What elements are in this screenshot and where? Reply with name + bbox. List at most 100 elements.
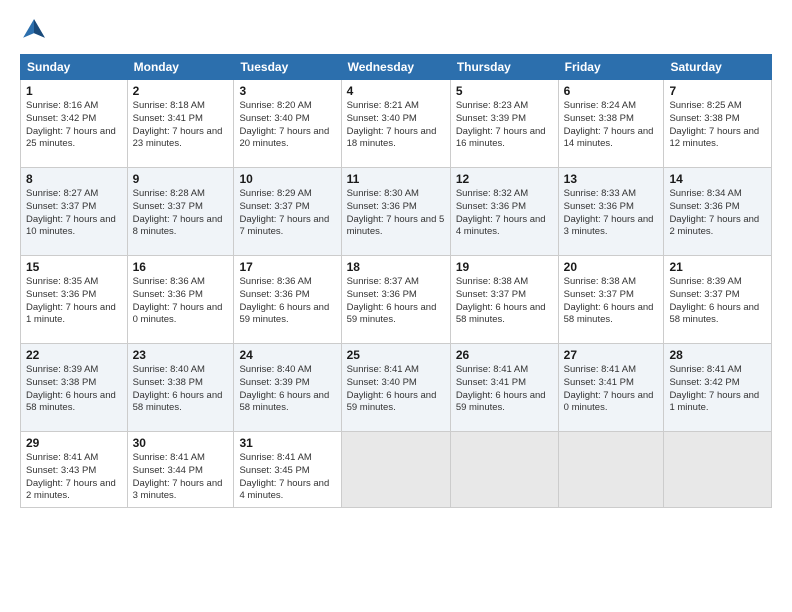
day-number: 31 bbox=[239, 436, 335, 450]
sunrise-label: Sunrise: 8:29 AM bbox=[239, 188, 311, 199]
day-number: 10 bbox=[239, 172, 335, 186]
sunset-label: Sunset: 3:36 PM bbox=[456, 201, 526, 212]
daylight-label: Daylight: 7 hours and 20 minutes. bbox=[239, 126, 329, 150]
day-info: Sunrise: 8:39 AM Sunset: 3:38 PM Dayligh… bbox=[26, 364, 122, 415]
day-info: Sunrise: 8:41 AM Sunset: 3:40 PM Dayligh… bbox=[347, 364, 445, 415]
sunset-label: Sunset: 3:45 PM bbox=[239, 465, 309, 476]
day-info: Sunrise: 8:23 AM Sunset: 3:39 PM Dayligh… bbox=[456, 100, 553, 151]
day-number: 30 bbox=[133, 436, 229, 450]
sunrise-label: Sunrise: 8:36 AM bbox=[133, 276, 205, 287]
sunrise-label: Sunrise: 8:41 AM bbox=[347, 364, 419, 375]
table-cell: 29 Sunrise: 8:41 AM Sunset: 3:43 PM Dayl… bbox=[21, 432, 128, 508]
sunrise-label: Sunrise: 8:16 AM bbox=[26, 100, 98, 111]
sunset-label: Sunset: 3:37 PM bbox=[456, 289, 526, 300]
sunset-label: Sunset: 3:41 PM bbox=[564, 377, 634, 388]
day-number: 28 bbox=[669, 348, 766, 362]
table-cell: 7 Sunrise: 8:25 AM Sunset: 3:38 PM Dayli… bbox=[664, 80, 772, 168]
logo bbox=[20, 16, 52, 44]
day-info: Sunrise: 8:16 AM Sunset: 3:42 PM Dayligh… bbox=[26, 100, 122, 151]
day-number: 6 bbox=[564, 84, 659, 98]
daylight-label: Daylight: 6 hours and 58 minutes. bbox=[26, 390, 116, 414]
table-cell: 30 Sunrise: 8:41 AM Sunset: 3:44 PM Dayl… bbox=[127, 432, 234, 508]
sunrise-label: Sunrise: 8:21 AM bbox=[347, 100, 419, 111]
sunrise-label: Sunrise: 8:18 AM bbox=[133, 100, 205, 111]
col-saturday: Saturday bbox=[664, 55, 772, 80]
table-cell: 24 Sunrise: 8:40 AM Sunset: 3:39 PM Dayl… bbox=[234, 344, 341, 432]
sunset-label: Sunset: 3:36 PM bbox=[133, 289, 203, 300]
sunset-label: Sunset: 3:40 PM bbox=[347, 377, 417, 388]
daylight-label: Daylight: 7 hours and 2 minutes. bbox=[26, 478, 116, 502]
sunset-label: Sunset: 3:37 PM bbox=[564, 289, 634, 300]
sunrise-label: Sunrise: 8:40 AM bbox=[239, 364, 311, 375]
day-number: 4 bbox=[347, 84, 445, 98]
daylight-label: Daylight: 7 hours and 8 minutes. bbox=[133, 214, 223, 238]
sunset-label: Sunset: 3:37 PM bbox=[133, 201, 203, 212]
daylight-label: Daylight: 6 hours and 58 minutes. bbox=[133, 390, 223, 414]
sunset-label: Sunset: 3:36 PM bbox=[347, 289, 417, 300]
sunrise-label: Sunrise: 8:40 AM bbox=[133, 364, 205, 375]
day-number: 9 bbox=[133, 172, 229, 186]
daylight-label: Daylight: 6 hours and 59 minutes. bbox=[347, 390, 437, 414]
calendar-header-row: Sunday Monday Tuesday Wednesday Thursday… bbox=[21, 55, 772, 80]
table-cell: 9 Sunrise: 8:28 AM Sunset: 3:37 PM Dayli… bbox=[127, 168, 234, 256]
sunset-label: Sunset: 3:36 PM bbox=[564, 201, 634, 212]
sunrise-label: Sunrise: 8:32 AM bbox=[456, 188, 528, 199]
table-cell: 25 Sunrise: 8:41 AM Sunset: 3:40 PM Dayl… bbox=[341, 344, 450, 432]
sunset-label: Sunset: 3:36 PM bbox=[347, 201, 417, 212]
col-tuesday: Tuesday bbox=[234, 55, 341, 80]
day-number: 7 bbox=[669, 84, 766, 98]
sunset-label: Sunset: 3:38 PM bbox=[26, 377, 96, 388]
day-info: Sunrise: 8:39 AM Sunset: 3:37 PM Dayligh… bbox=[669, 276, 766, 327]
sunrise-label: Sunrise: 8:41 AM bbox=[26, 452, 98, 463]
sunset-label: Sunset: 3:38 PM bbox=[669, 113, 739, 124]
day-info: Sunrise: 8:41 AM Sunset: 3:43 PM Dayligh… bbox=[26, 452, 122, 503]
table-cell bbox=[341, 432, 450, 508]
daylight-label: Daylight: 7 hours and 10 minutes. bbox=[26, 214, 116, 238]
col-thursday: Thursday bbox=[450, 55, 558, 80]
day-number: 2 bbox=[133, 84, 229, 98]
daylight-label: Daylight: 6 hours and 58 minutes. bbox=[239, 390, 329, 414]
table-cell: 4 Sunrise: 8:21 AM Sunset: 3:40 PM Dayli… bbox=[341, 80, 450, 168]
day-info: Sunrise: 8:38 AM Sunset: 3:37 PM Dayligh… bbox=[456, 276, 553, 327]
sunrise-label: Sunrise: 8:41 AM bbox=[133, 452, 205, 463]
page: Sunday Monday Tuesday Wednesday Thursday… bbox=[0, 0, 792, 612]
daylight-label: Daylight: 7 hours and 25 minutes. bbox=[26, 126, 116, 150]
sunset-label: Sunset: 3:36 PM bbox=[239, 289, 309, 300]
day-number: 21 bbox=[669, 260, 766, 274]
day-number: 24 bbox=[239, 348, 335, 362]
sunrise-label: Sunrise: 8:36 AM bbox=[239, 276, 311, 287]
sunset-label: Sunset: 3:42 PM bbox=[669, 377, 739, 388]
table-cell: 14 Sunrise: 8:34 AM Sunset: 3:36 PM Dayl… bbox=[664, 168, 772, 256]
sunset-label: Sunset: 3:38 PM bbox=[133, 377, 203, 388]
day-info: Sunrise: 8:35 AM Sunset: 3:36 PM Dayligh… bbox=[26, 276, 122, 327]
sunrise-label: Sunrise: 8:39 AM bbox=[669, 276, 741, 287]
col-sunday: Sunday bbox=[21, 55, 128, 80]
daylight-label: Daylight: 7 hours and 18 minutes. bbox=[347, 126, 437, 150]
sunset-label: Sunset: 3:40 PM bbox=[347, 113, 417, 124]
day-info: Sunrise: 8:21 AM Sunset: 3:40 PM Dayligh… bbox=[347, 100, 445, 151]
sunrise-label: Sunrise: 8:20 AM bbox=[239, 100, 311, 111]
daylight-label: Daylight: 7 hours and 4 minutes. bbox=[456, 214, 546, 238]
table-cell bbox=[664, 432, 772, 508]
day-info: Sunrise: 8:40 AM Sunset: 3:39 PM Dayligh… bbox=[239, 364, 335, 415]
day-info: Sunrise: 8:18 AM Sunset: 3:41 PM Dayligh… bbox=[133, 100, 229, 151]
daylight-label: Daylight: 7 hours and 16 minutes. bbox=[456, 126, 546, 150]
day-info: Sunrise: 8:41 AM Sunset: 3:41 PM Dayligh… bbox=[564, 364, 659, 415]
table-cell: 6 Sunrise: 8:24 AM Sunset: 3:38 PM Dayli… bbox=[558, 80, 664, 168]
day-info: Sunrise: 8:30 AM Sunset: 3:36 PM Dayligh… bbox=[347, 188, 445, 239]
table-cell: 13 Sunrise: 8:33 AM Sunset: 3:36 PM Dayl… bbox=[558, 168, 664, 256]
daylight-label: Daylight: 7 hours and 7 minutes. bbox=[239, 214, 329, 238]
day-number: 16 bbox=[133, 260, 229, 274]
day-number: 18 bbox=[347, 260, 445, 274]
sunrise-label: Sunrise: 8:30 AM bbox=[347, 188, 419, 199]
table-cell: 21 Sunrise: 8:39 AM Sunset: 3:37 PM Dayl… bbox=[664, 256, 772, 344]
sunset-label: Sunset: 3:38 PM bbox=[564, 113, 634, 124]
sunrise-label: Sunrise: 8:41 AM bbox=[239, 452, 311, 463]
daylight-label: Daylight: 7 hours and 5 minutes. bbox=[347, 214, 445, 238]
daylight-label: Daylight: 7 hours and 2 minutes. bbox=[669, 214, 759, 238]
sunrise-label: Sunrise: 8:41 AM bbox=[564, 364, 636, 375]
daylight-label: Daylight: 7 hours and 12 minutes. bbox=[669, 126, 759, 150]
day-number: 29 bbox=[26, 436, 122, 450]
table-cell: 11 Sunrise: 8:30 AM Sunset: 3:36 PM Dayl… bbox=[341, 168, 450, 256]
sunrise-label: Sunrise: 8:38 AM bbox=[456, 276, 528, 287]
